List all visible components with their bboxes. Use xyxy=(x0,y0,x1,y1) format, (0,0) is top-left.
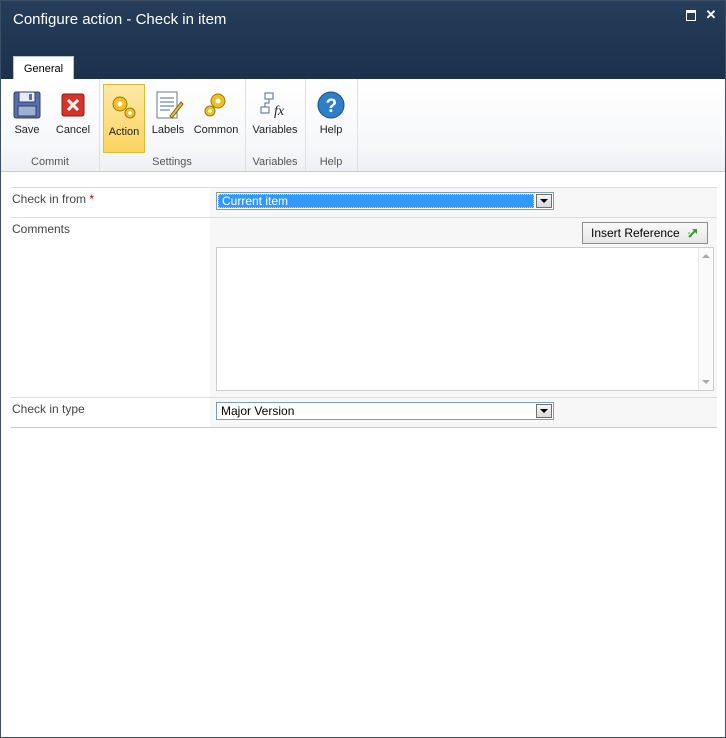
labels-button[interactable]: Labels xyxy=(147,83,189,151)
save-label: Save xyxy=(14,124,40,136)
form-bottom-divider xyxy=(11,427,717,428)
cancel-icon xyxy=(61,93,85,117)
common-label: Common xyxy=(193,124,239,136)
check-in-from-label: Check in from * xyxy=(12,192,95,206)
cancel-label: Cancel xyxy=(55,124,91,136)
labels-icon xyxy=(156,91,184,119)
svg-text:?: ? xyxy=(326,96,338,117)
cancel-button[interactable]: Cancel xyxy=(51,83,95,151)
group-label-variables: Variables xyxy=(252,156,298,168)
action-label: Action xyxy=(108,126,140,138)
check-in-type-label: Check in type xyxy=(12,402,85,416)
action-button[interactable]: Action xyxy=(103,84,145,153)
title-bar: Configure action - Check in item ✕ Gener… xyxy=(1,1,725,80)
check-in-from-select[interactable]: Current item xyxy=(216,192,554,210)
svg-text:fx: fx xyxy=(274,104,285,119)
check-in-type-select[interactable]: Major Version xyxy=(216,402,554,420)
comments-label: Comments xyxy=(12,222,71,236)
variables-button[interactable]: fx Variables xyxy=(249,83,301,151)
scroll-up-icon[interactable] xyxy=(702,254,710,258)
help-button[interactable]: ? Help xyxy=(311,83,351,151)
row-comments: Comments Insert Reference xyxy=(11,217,717,397)
required-marker: * xyxy=(89,192,95,206)
row-check-in-type: Check in type Major Version xyxy=(11,397,717,428)
close-button[interactable]: ✕ xyxy=(705,7,717,22)
help-label: Help xyxy=(319,124,343,136)
dialog-title: Configure action - Check in item xyxy=(13,11,227,28)
variables-label: Variables xyxy=(252,124,298,136)
check-in-from-value: Current item xyxy=(218,194,534,208)
insert-reference-icon xyxy=(688,229,697,238)
insert-reference-button[interactable]: Insert Reference xyxy=(582,222,708,244)
chevron-down-icon[interactable] xyxy=(536,194,552,208)
row-check-in-from: Check in from * Current item xyxy=(11,187,717,218)
common-button[interactable]: Common xyxy=(191,83,241,151)
maximize-button[interactable] xyxy=(685,9,697,21)
check-in-from-field-area: Current item xyxy=(210,188,717,218)
ribbon-group-commit: Save Cancel Commit xyxy=(1,79,100,171)
comments-textarea[interactable] xyxy=(216,247,714,391)
ribbon: Save Cancel Commit Action Labels Common … xyxy=(1,79,725,172)
tab-general[interactable]: General xyxy=(13,56,74,80)
variables-fx-icon: fx xyxy=(260,92,285,119)
comments-scrollbar[interactable] xyxy=(698,248,713,390)
scroll-down-icon[interactable] xyxy=(702,380,710,384)
dialog-window: Configure action - Check in item ✕ Gener… xyxy=(0,0,726,738)
help-icon: ? xyxy=(317,91,345,119)
save-icon xyxy=(13,91,41,119)
group-label-settings: Settings xyxy=(152,156,192,168)
check-in-type-value: Major Version xyxy=(221,404,295,418)
insert-reference-label: Insert Reference xyxy=(591,226,680,240)
gears-icon xyxy=(112,96,136,119)
check-in-type-field-area: Major Version xyxy=(210,398,717,428)
close-icon: ✕ xyxy=(705,7,717,22)
ribbon-group-help: ? Help Help xyxy=(305,79,358,171)
maximize-icon xyxy=(686,10,696,21)
group-label-commit: Commit xyxy=(31,156,69,168)
gears-icon xyxy=(204,93,226,117)
group-label-help: Help xyxy=(319,156,343,168)
labels-label: Labels xyxy=(151,124,185,136)
ribbon-group-variables: fx Variables Variables xyxy=(245,79,306,171)
save-button[interactable]: Save xyxy=(7,83,47,151)
chevron-down-icon[interactable] xyxy=(536,404,552,418)
ribbon-group-settings: Action Labels Common Settings xyxy=(99,79,246,171)
